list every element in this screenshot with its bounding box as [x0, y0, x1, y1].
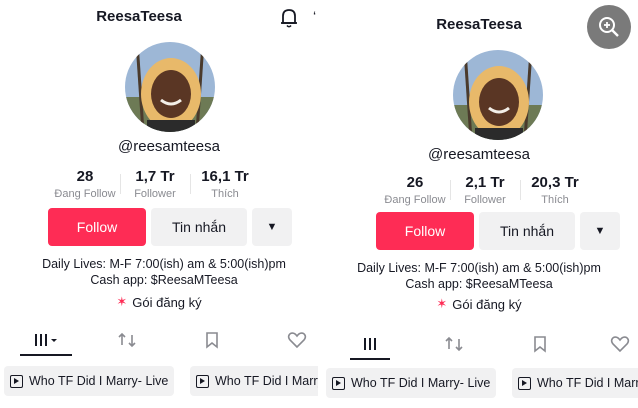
active-tab-indicator [20, 354, 72, 356]
avatar[interactable] [125, 42, 215, 132]
video-chip[interactable]: Who TF Did I Marry [190, 366, 318, 396]
stat-likes[interactable]: 16,1 Tr Thích [190, 168, 260, 202]
tab-favorites[interactable] [198, 326, 226, 354]
video-title: Who TF Did I Marr [537, 376, 638, 390]
video-chip[interactable]: Who TF Did I Marry- Live [4, 366, 174, 396]
repost-icon [118, 332, 136, 348]
profile-title: ReesaTeesa [96, 8, 182, 25]
message-button[interactable]: Tin nhắn [479, 212, 575, 250]
stat-followers[interactable]: 1,7 Tr Follower [120, 168, 190, 202]
stat-label: Follower [134, 188, 176, 200]
avatar[interactable] [453, 50, 543, 140]
stat-value: 2,1 Tr [465, 174, 505, 191]
stat-label: Đang Follow [384, 194, 446, 206]
bio: Daily Lives: M-F 7:00(ish) am & 5:00(ish… [5, 256, 318, 288]
stats: 26 Đang Follow 2,1 Tr Follower 20,3 Tr T… [380, 174, 590, 208]
video-title: Who TF Did I Marry- Live [351, 376, 491, 390]
tab-reposts[interactable] [113, 326, 141, 354]
stat-label: Thích [541, 194, 569, 206]
stat-label: Đang Follow [54, 188, 116, 200]
follow-button[interactable]: Follow [376, 212, 474, 250]
stat-likes[interactable]: 20,3 Tr Thích [520, 174, 590, 208]
play-icon [332, 376, 345, 390]
profile-actions: Follow Tin nhắn ▼ [48, 208, 292, 246]
more-options-button[interactable]: ▼ [252, 208, 292, 246]
bio-line: Daily Lives: M-F 7:00(ish) am & 5:00(ish… [42, 257, 286, 271]
stat-value: 28 [76, 168, 94, 185]
bio: Daily Lives: M-F 7:00(ish) am & 5:00(ish… [320, 260, 638, 292]
play-icon [196, 374, 209, 388]
play-icon [518, 376, 531, 390]
grid-icon [35, 334, 57, 346]
active-tab-indicator [350, 358, 390, 360]
tab-favorites[interactable] [526, 330, 554, 358]
bookmark-icon [534, 336, 546, 353]
tab-liked[interactable] [606, 330, 634, 358]
repost-icon [445, 336, 463, 352]
heart-icon [287, 332, 307, 349]
video-chip[interactable]: Who TF Did I Marry- Live [326, 368, 496, 398]
apostrophe-mark: ‘ [313, 8, 317, 24]
handle: @reesamteesa [118, 138, 220, 155]
message-button[interactable]: Tin nhắn [151, 208, 247, 246]
profile-tabs [320, 330, 638, 360]
subscription-label: Gói đăng ký [452, 296, 522, 312]
tab-reposts[interactable] [440, 330, 468, 358]
profile-actions: Follow Tin nhắn ▼ [376, 212, 620, 250]
handle: @reesamteesa [428, 146, 530, 163]
profile-tabs [0, 326, 318, 356]
stat-value: 26 [406, 174, 424, 191]
more-options-button[interactable]: ▼ [580, 212, 620, 250]
bio-line: Daily Lives: M-F 7:00(ish) am & 5:00(ish… [357, 261, 601, 275]
stat-value: 16,1 Tr [201, 168, 249, 185]
profile-screenshot-right: ReesaTeesa @reesamteesa 26 Đang Follow 2… [320, 0, 638, 408]
stat-followers[interactable]: 2,1 Tr Follower [450, 174, 520, 208]
subscription-link[interactable]: ✶ Gói đăng ký [320, 296, 638, 312]
follow-button[interactable]: Follow [48, 208, 146, 246]
subscription-link[interactable]: ✶ Gói đăng ký [0, 294, 318, 310]
bio-line: Cash app: $ReesaMTeesa [405, 277, 553, 291]
stats: 28 Đang Follow 1,7 Tr Follower 16,1 Tr T… [50, 168, 260, 202]
heart-icon [610, 336, 630, 353]
video-title-row: Who TF Did I Marry- Live Who TF Did I Ma… [326, 368, 638, 398]
stat-following[interactable]: 26 Đang Follow [380, 174, 450, 208]
stat-value: 20,3 Tr [531, 174, 579, 191]
tab-liked[interactable] [283, 326, 311, 354]
video-chip[interactable]: Who TF Did I Marr [512, 368, 638, 398]
stat-label: Follower [464, 194, 506, 206]
profile-screenshot-left: ReesaTeesa @reesamteesa 28 Đang Follow 1… [0, 0, 318, 408]
sparkle-icon: ✶ [116, 294, 128, 309]
video-title: Who TF Did I Marry [215, 374, 318, 388]
zoom-in-icon[interactable] [587, 5, 631, 49]
tab-videos[interactable] [350, 330, 390, 360]
stat-label: Thích [211, 188, 239, 200]
video-title: Who TF Did I Marry- Live [29, 374, 169, 388]
grid-icon [364, 338, 376, 350]
bio-line: Cash app: $ReesaMTeesa [90, 273, 238, 287]
video-title-row: Who TF Did I Marry- Live Who TF Did I Ma… [4, 366, 318, 396]
tab-videos[interactable] [20, 326, 72, 356]
sparkle-icon: ✶ [436, 296, 448, 311]
subscription-label: Gói đăng ký [132, 294, 202, 310]
play-icon [10, 374, 23, 388]
stat-value: 1,7 Tr [135, 168, 175, 185]
bell-icon[interactable] [276, 6, 302, 30]
stat-following[interactable]: 28 Đang Follow [50, 168, 120, 202]
bookmark-icon [206, 332, 218, 349]
